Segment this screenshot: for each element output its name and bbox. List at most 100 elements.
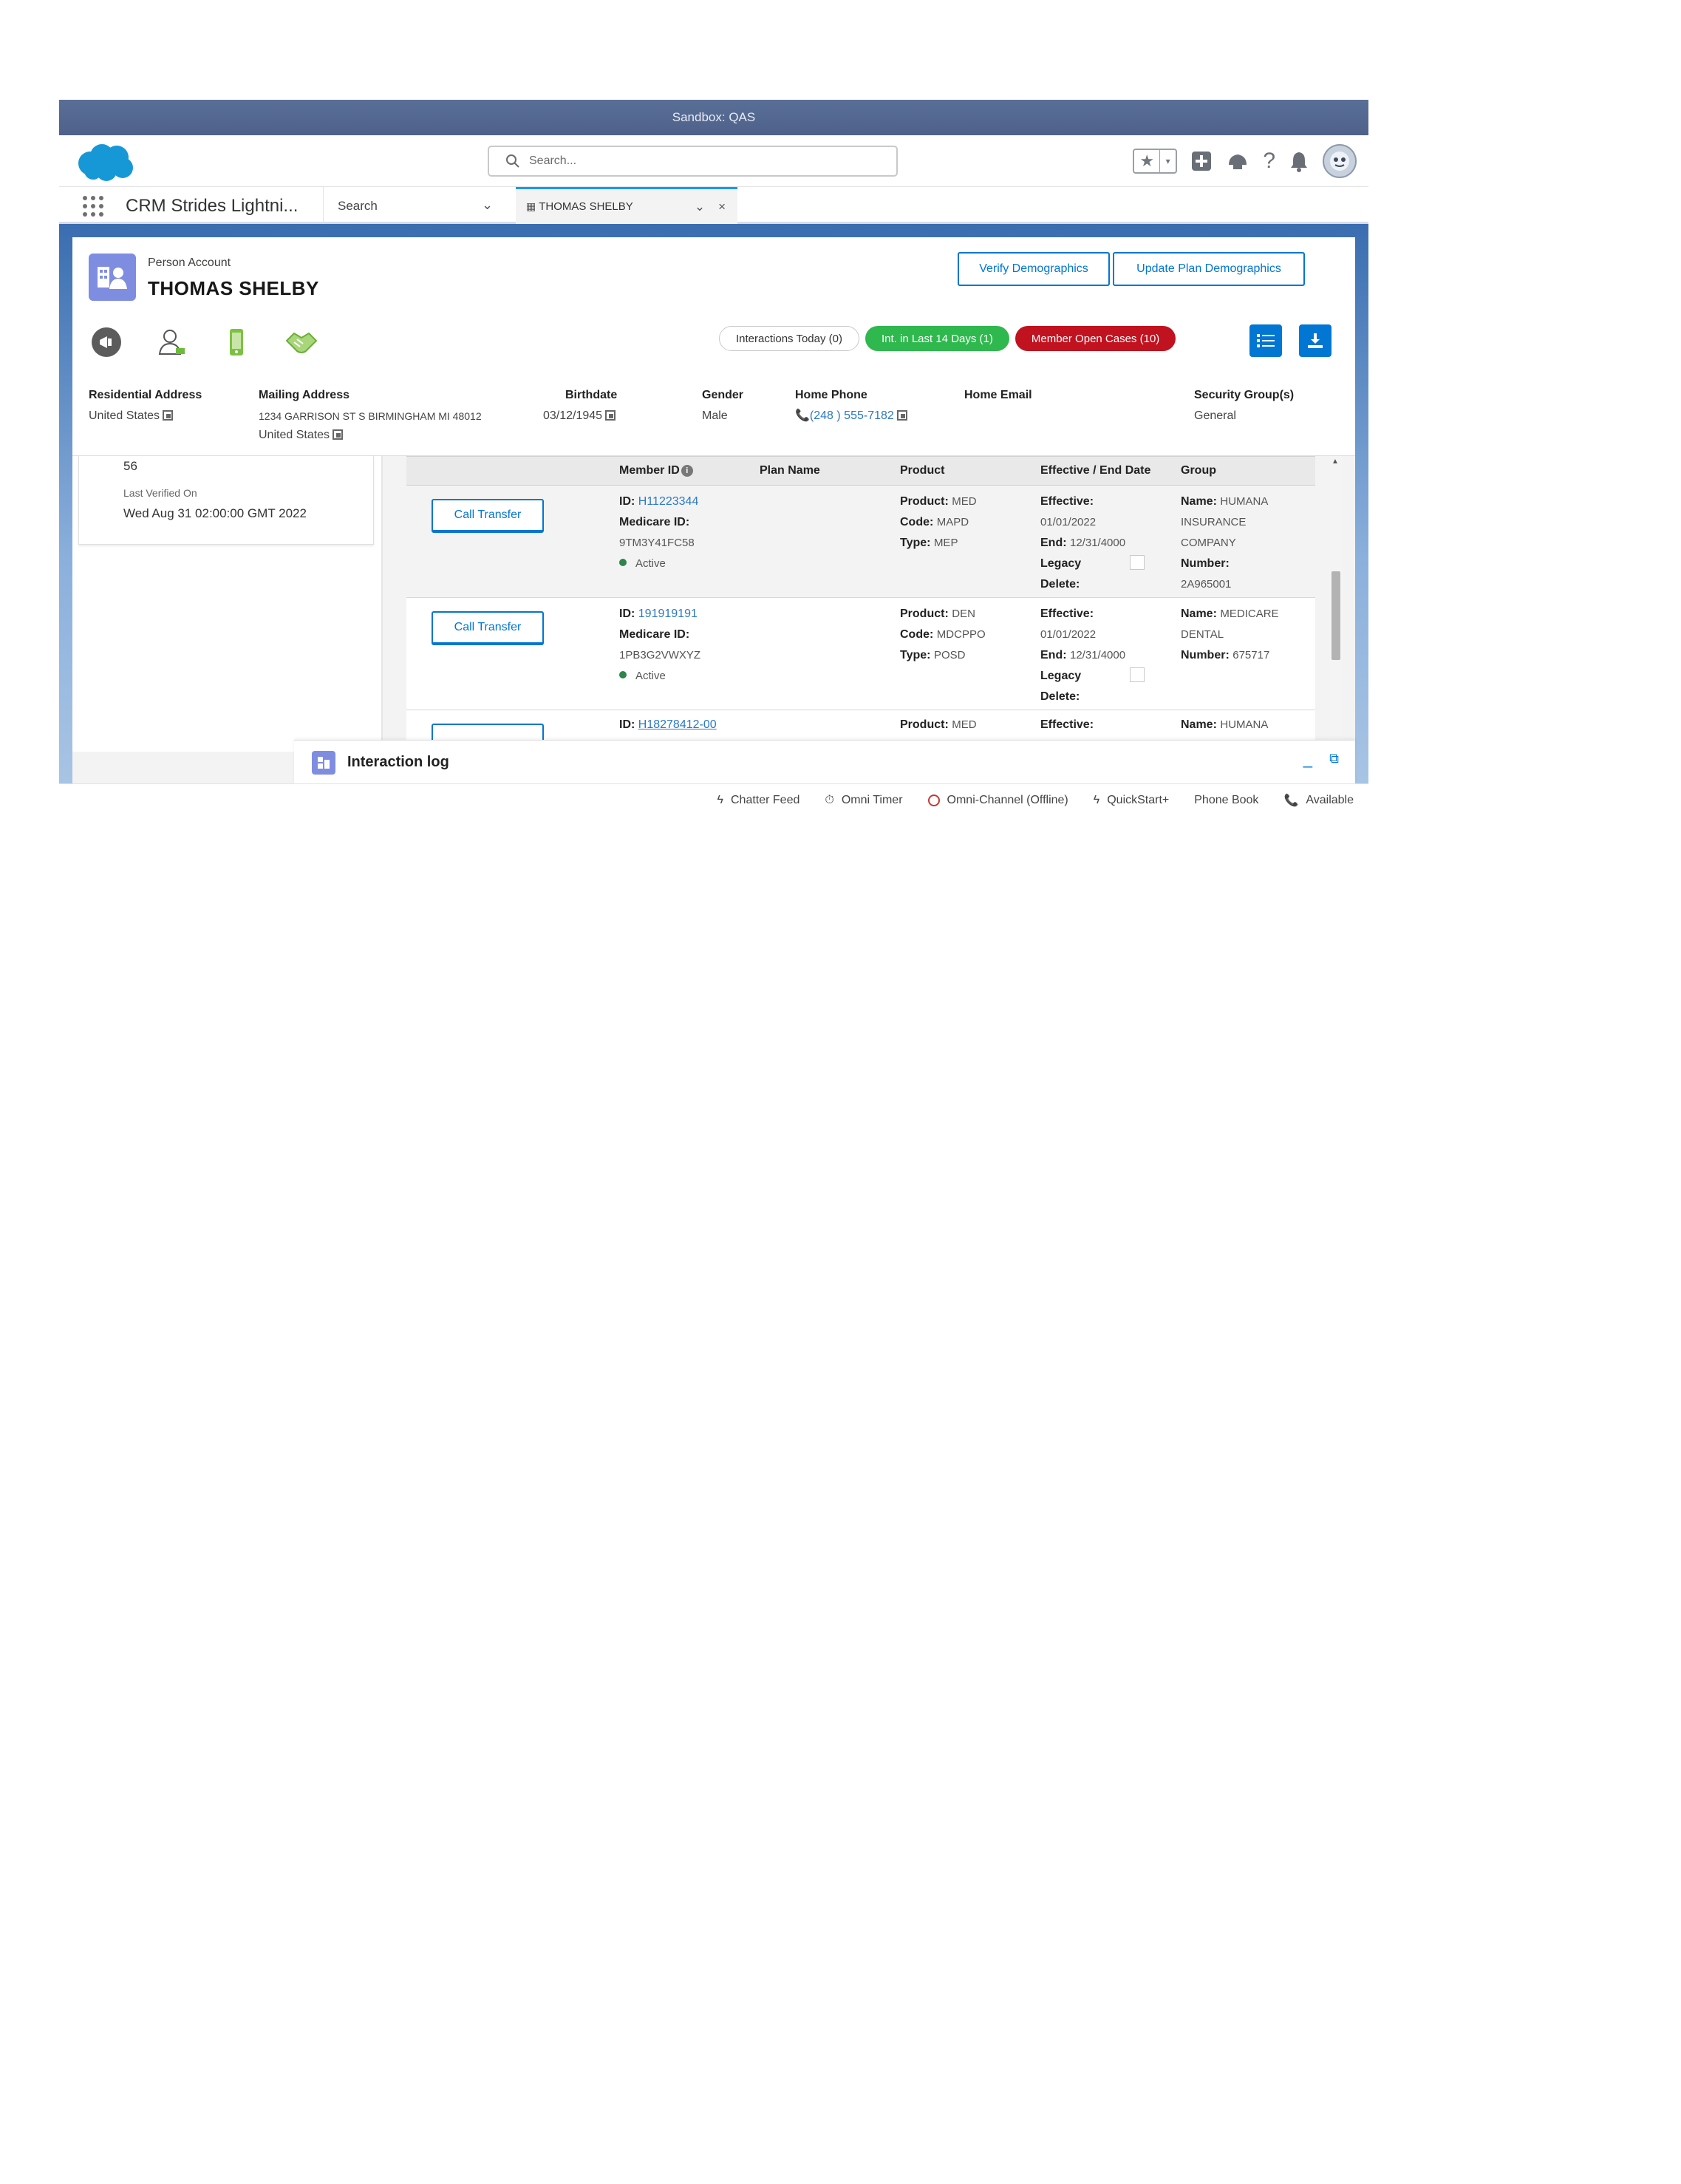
- member-agent-icon[interactable]: [154, 324, 189, 360]
- legacy-delete-checkbox[interactable]: [1130, 555, 1145, 570]
- sandbox-label: Sandbox: QAS: [672, 110, 756, 124]
- call-transfer-button[interactable]: Call Transfer: [432, 499, 544, 533]
- member-open-cases-badge[interactable]: Member Open Cases (10): [1015, 326, 1176, 351]
- notifications-bell-icon[interactable]: [1289, 150, 1309, 172]
- group-cell: Name: HUMANA: [1181, 715, 1268, 735]
- info-icon[interactable]: i: [681, 465, 693, 477]
- end-label: End:: [1040, 537, 1067, 549]
- verification-card: 56 Last Verified On Wed Aug 31 02:00:00 …: [78, 456, 374, 545]
- scrollbar-thumb[interactable]: [1331, 571, 1340, 660]
- global-header: Search... ★ ▾ ?: [59, 135, 1368, 187]
- legacy-label: Legacy: [1040, 557, 1082, 570]
- product-column-header[interactable]: Product: [900, 464, 944, 477]
- nav-search-item[interactable]: Search: [338, 199, 378, 214]
- update-plan-demographics-button[interactable]: Update Plan Demographics: [1113, 252, 1305, 286]
- record-title: THOMAS SHELBY: [148, 277, 319, 299]
- omni-timer-utility[interactable]: ⏱ Omni Timer: [825, 794, 902, 807]
- app-launcher-icon[interactable]: [83, 196, 103, 217]
- quickstart-utility[interactable]: ϟ QuickStart+: [1094, 794, 1170, 807]
- handshake-icon[interactable]: [284, 324, 319, 360]
- user-avatar-icon[interactable]: [1323, 144, 1357, 178]
- group-name-value-3: COMPANY: [1181, 537, 1236, 549]
- last-verified-label: Last Verified On: [123, 487, 197, 499]
- member-id-link[interactable]: 191919191: [638, 608, 698, 620]
- effective-end-date-column-header[interactable]: Effective / End Date: [1040, 464, 1150, 477]
- copy-icon[interactable]: [333, 429, 344, 440]
- gender-field: Gender Male: [702, 389, 743, 426]
- app-frame: Sandbox: QAS Search... ★ ▾ ? CRM Strides…: [59, 100, 1368, 783]
- copy-icon[interactable]: [896, 410, 907, 421]
- chatter-feed-utility[interactable]: ϟ Chatter Feed: [717, 794, 800, 807]
- list-view-button[interactable]: [1249, 324, 1282, 357]
- group-name-value: HUMANA: [1220, 495, 1269, 508]
- copy-icon[interactable]: [163, 410, 174, 421]
- product-label: Product:: [900, 718, 949, 731]
- product-label: Product:: [900, 608, 949, 620]
- minimize-icon[interactable]: _: [1303, 749, 1312, 769]
- table-header-row: Member ID i Plan Name Product Effective /…: [406, 456, 1315, 486]
- interactions-last-14-days-badge[interactable]: Int. in Last 14 Days (1): [865, 326, 1009, 351]
- call-transfer-button[interactable]: Call Transfer: [432, 611, 544, 645]
- phone-icon: 📞: [1283, 795, 1299, 807]
- table-scrollbar[interactable]: ▲ ▼: [1329, 456, 1343, 766]
- tab-chevron-down-icon[interactable]: ⌄: [695, 200, 705, 214]
- home-phone-value[interactable]: (248 ) 555-7182: [810, 409, 894, 422]
- group-name-label: Name:: [1181, 495, 1217, 508]
- medicare-id-label: Medicare ID:: [619, 628, 690, 641]
- workspace-background: Person Account THOMAS SHELBY Verify Demo…: [59, 224, 1368, 783]
- delete-label: Delete:: [1040, 690, 1080, 703]
- help-icon[interactable]: ?: [1263, 149, 1275, 174]
- effective-value: 01/01/2022: [1040, 516, 1097, 528]
- code-label: Code:: [900, 516, 934, 528]
- star-icon[interactable]: ★: [1134, 150, 1161, 172]
- scroll-up-arrow-icon[interactable]: ▲: [1331, 457, 1339, 466]
- trailhead-guidance-icon[interactable]: [1226, 150, 1249, 172]
- nav-chevron-down-icon[interactable]: ⌄: [482, 197, 493, 213]
- lightning-bolt-icon: ϟ: [717, 794, 723, 806]
- copy-icon[interactable]: [605, 410, 616, 421]
- verify-demographics-button[interactable]: Verify Demographics: [958, 252, 1110, 286]
- salesforce-logo-icon[interactable]: [74, 141, 136, 184]
- product-value: MED: [952, 495, 977, 508]
- table-row: Call Transfer ID: H11223344 Medicare ID:…: [406, 486, 1315, 598]
- global-actions-plus-icon[interactable]: [1190, 150, 1213, 172]
- group-name-value-2: DENTAL: [1181, 628, 1224, 641]
- legacy-delete-checkbox[interactable]: [1130, 667, 1145, 682]
- favorites-button[interactable]: ★ ▾: [1133, 149, 1178, 174]
- member-id-link[interactable]: H11223344: [638, 495, 699, 508]
- code-value: MAPD: [936, 516, 969, 528]
- sandbox-banner: Sandbox: QAS: [59, 100, 1368, 135]
- home-phone-field: Home Phone 📞(248 ) 555-7182: [795, 389, 907, 426]
- id-label: ID:: [619, 718, 635, 731]
- security-groups-label: Security Group(s): [1194, 389, 1295, 401]
- record-page: Person Account THOMAS SHELBY Verify Demo…: [72, 237, 1355, 783]
- utility-bar: ϟ Chatter Feed ⏱ Omni Timer Omni-Channel (…: [59, 783, 1368, 819]
- member-id-link[interactable]: H18278412-00: [638, 718, 717, 731]
- group-column-header[interactable]: Group: [1181, 464, 1216, 477]
- available-status-utility[interactable]: 📞 Available: [1283, 793, 1354, 808]
- phone-book-utility[interactable]: Phone Book: [1194, 794, 1258, 807]
- delete-label: Delete:: [1040, 578, 1080, 591]
- interactions-today-badge[interactable]: Interactions Today (0): [719, 326, 859, 351]
- product-value: MED: [952, 718, 977, 731]
- pop-out-icon[interactable]: ⧉: [1329, 751, 1339, 766]
- member-id-column-header[interactable]: Member ID i: [619, 464, 693, 477]
- tab-close-icon[interactable]: ×: [718, 200, 726, 214]
- group-cell: Name: MEDICARE DENTAL Number: 675717: [1181, 604, 1279, 666]
- phone-icon[interactable]: 📞: [795, 409, 810, 422]
- interaction-log-panel[interactable]: Interaction log _ ⧉: [294, 740, 1355, 783]
- megaphone-icon[interactable]: [89, 324, 124, 360]
- type-value: MEP: [933, 537, 958, 549]
- interaction-badges: Interactions Today (0) Int. in Last 14 D…: [719, 326, 1176, 351]
- global-search-input[interactable]: Search...: [488, 146, 898, 177]
- plan-name-column-header[interactable]: Plan Name: [760, 464, 820, 477]
- omni-channel-utility[interactable]: Omni-Channel (Offline): [927, 794, 1068, 807]
- home-phone-label: Home Phone: [795, 389, 867, 401]
- phone-device-icon[interactable]: [219, 324, 254, 360]
- omni-channel-label: Omni-Channel (Offline): [947, 794, 1068, 806]
- workspace-tab-thomas-shelby[interactable]: ▦ THOMAS SHELBY ⌄ ×: [516, 187, 737, 224]
- group-cell: Name: HUMANA INSURANCE COMPANY Number: 2…: [1181, 491, 1268, 595]
- app-navigation-bar: CRM Strides Lightni... Search ⌄ ▦ THOMAS…: [59, 187, 1368, 224]
- download-button[interactable]: [1299, 324, 1331, 357]
- chevron-down-icon[interactable]: ▾: [1160, 150, 1176, 172]
